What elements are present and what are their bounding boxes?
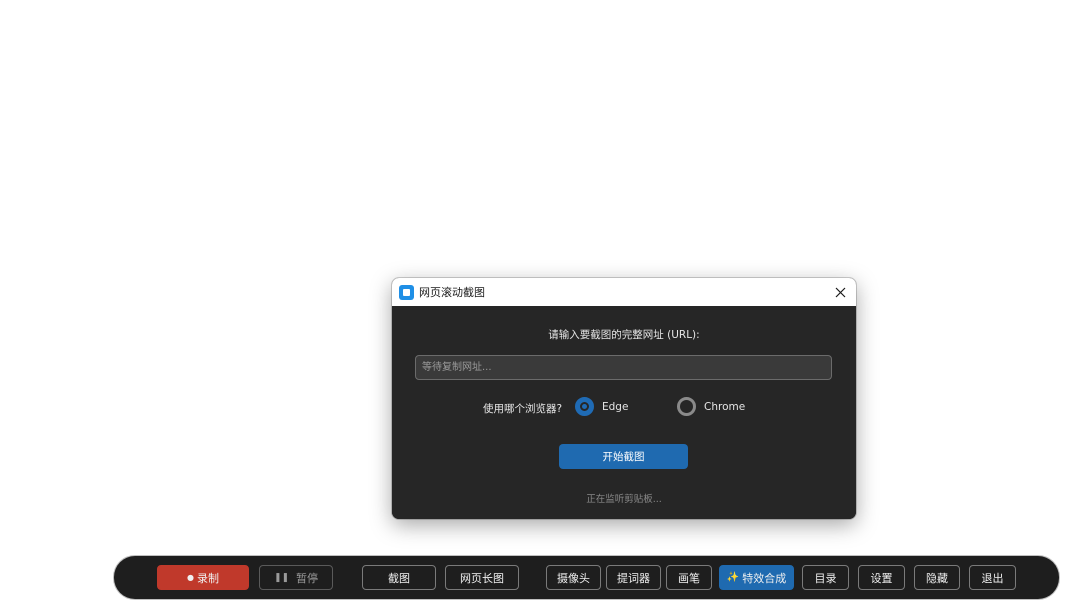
dialog-content: 请输入要截图的完整网址 (URL): 使用哪个浏览器? Edge Chrome … [392,306,856,519]
pause-icon: ❚❚ [273,572,290,583]
close-icon [835,287,845,297]
start-screenshot-button[interactable]: 开始截图 [559,444,688,469]
effects-label: 特效合成 [742,571,787,585]
pen-button[interactable]: 画笔 [666,565,712,590]
chrome-radio[interactable] [677,397,696,416]
url-prompt: 请输入要截图的完整网址 (URL): [548,329,700,341]
sparkle-icon: ✨ [726,572,740,583]
pause-button[interactable]: ❚❚ 暂停 [259,565,333,590]
edge-radio[interactable] [575,397,594,416]
record-button[interactable]: ● 录制 [157,565,249,590]
scroll-screenshot-dialog: 网页滚动截图 请输入要截图的完整网址 (URL): 使用哪个浏览器? Edge … [392,278,856,519]
settings-button[interactable]: 设置 [858,565,905,590]
record-dot-icon: ● [187,573,194,582]
app-icon [399,284,414,300]
pause-label: 暂停 [296,571,319,585]
hide-button[interactable]: 隐藏 [914,565,960,590]
effects-button[interactable]: ✨ 特效合成 [719,565,794,590]
browser-label: 使用哪个浏览器? [483,403,563,415]
edge-label[interactable]: Edge [602,401,628,413]
bottom-toolbar: ● 录制 ❚❚ 暂停 截图 网页长图 摄像头 提词器 画笔 ✨ 特效合成 目录 … [114,556,1059,599]
dialog-title: 网页滚动截图 [419,286,485,299]
close-button[interactable] [824,278,856,306]
catalog-button[interactable]: 目录 [802,565,849,590]
record-label: 录制 [196,571,219,585]
chrome-label[interactable]: Chrome [704,401,745,413]
camera-button[interactable]: 摄像头 [546,565,601,590]
status-text: 正在监听剪贴板... [586,494,662,505]
screenshot-button[interactable]: 截图 [362,565,436,590]
long-screenshot-button[interactable]: 网页长图 [445,565,519,590]
dialog-titlebar[interactable]: 网页滚动截图 [392,278,856,306]
url-input[interactable] [415,355,832,380]
exit-button[interactable]: 退出 [969,565,1016,590]
teleprompter-button[interactable]: 提词器 [606,565,661,590]
